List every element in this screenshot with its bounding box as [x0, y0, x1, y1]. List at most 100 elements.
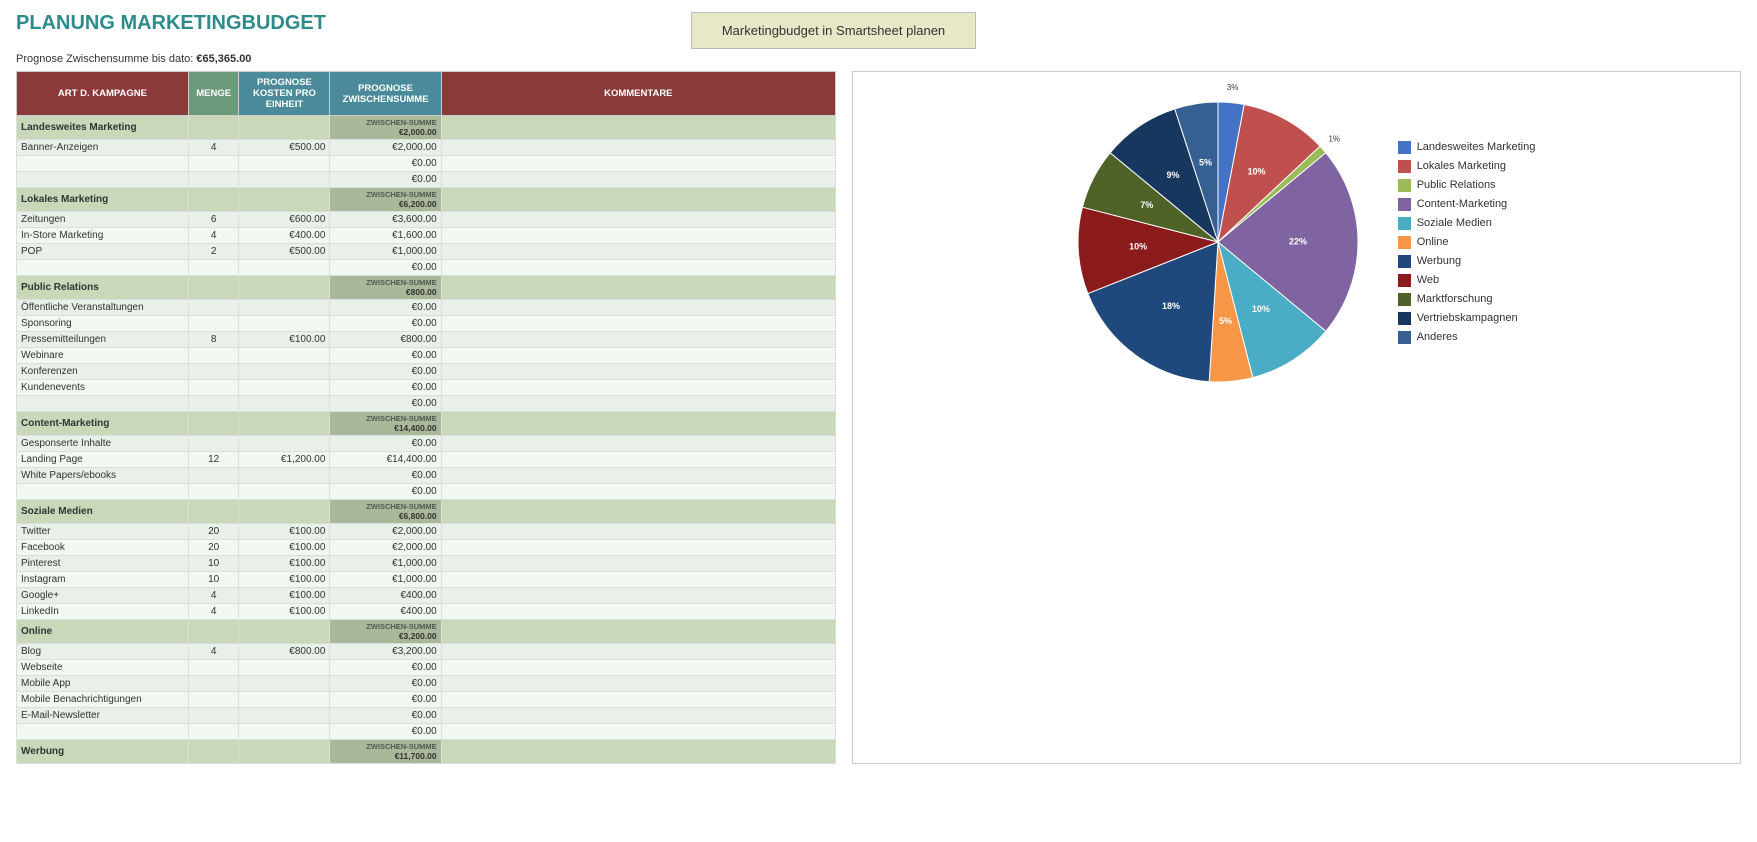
legend-label: Soziale Medien: [1417, 217, 1492, 229]
table-row: Mobile App €0.00: [17, 676, 836, 692]
pie-outer-label: 1%: [1328, 135, 1340, 144]
pie-label: 10%: [1129, 241, 1147, 251]
legend-item: Vertriebskampagnen: [1398, 312, 1536, 325]
legend-color: [1398, 217, 1411, 230]
legend-color: [1398, 141, 1411, 154]
legend-label: Web: [1417, 274, 1439, 286]
legend-color: [1398, 274, 1411, 287]
pie-label: 10%: [1247, 166, 1265, 176]
pie-chart-svg: 3%10%1%22%10%5%18%10%7%9%5%: [1058, 82, 1378, 402]
legend-color: [1398, 255, 1411, 268]
category-row: Soziale Medien ZWISCHEN-SUMME €6,800.00: [17, 500, 836, 524]
legend-item: Marktforschung: [1398, 293, 1536, 306]
table-row: €0.00: [17, 724, 836, 740]
table-row: Instagram 10 €100.00 €1,000.00: [17, 572, 836, 588]
pie-label: 22%: [1289, 236, 1307, 246]
table-row: Konferenzen €0.00: [17, 364, 836, 380]
legend-item: Online: [1398, 236, 1536, 249]
category-name: Public Relations: [17, 276, 189, 300]
table-row: €0.00: [17, 484, 836, 500]
legend-item: Werbung: [1398, 255, 1536, 268]
legend-color: [1398, 160, 1411, 173]
table-row: Landing Page 12 €1,200.00 €14,400.00: [17, 452, 836, 468]
header-menge: MENGE: [188, 72, 239, 116]
table-row: €0.00: [17, 396, 836, 412]
table-row: White Papers/ebooks €0.00: [17, 468, 836, 484]
table-row: €0.00: [17, 260, 836, 276]
legend-label: Landesweites Marketing: [1417, 141, 1536, 153]
legend-item: Lokales Marketing: [1398, 160, 1536, 173]
table-row: POP 2 €500.00 €1,000.00: [17, 244, 836, 260]
table-row: Twitter 20 €100.00 €2,000.00: [17, 524, 836, 540]
legend-label: Lokales Marketing: [1417, 160, 1506, 172]
legend-item: Anderes: [1398, 331, 1536, 344]
category-row: Landesweites Marketing ZWISCHEN-SUMME €2…: [17, 116, 836, 140]
legend-label: Online: [1417, 236, 1449, 248]
table-row: Google+ 4 €100.00 €400.00: [17, 588, 836, 604]
category-name: Landesweites Marketing: [17, 116, 189, 140]
page-title: PLANUNG MARKETINGBUDGET: [16, 12, 326, 35]
table-row: Öffentliche Veranstaltungen €0.00: [17, 300, 836, 316]
table-row: Pressemitteilungen 8 €100.00 €800.00: [17, 332, 836, 348]
header-prognose-zwischen: PROGNOSE ZWISCHENSUMME: [330, 72, 441, 116]
category-name: Content-Marketing: [17, 412, 189, 436]
table-row: LinkedIn 4 €100.00 €400.00: [17, 604, 836, 620]
table-row: Banner-Anzeigen 4 €500.00 €2,000.00: [17, 140, 836, 156]
table-row: Gesponserte Inhalte €0.00: [17, 436, 836, 452]
page: PLANUNG MARKETINGBUDGET Marketingbudget …: [0, 0, 1757, 842]
pie-outer-label: 3%: [1226, 83, 1238, 92]
category-row: Online ZWISCHEN-SUMME €3,200.00: [17, 620, 836, 644]
legend-color: [1398, 293, 1411, 306]
table-row: Mobile Benachrichtigungen €0.00: [17, 692, 836, 708]
table-row: €0.00: [17, 172, 836, 188]
category-row: Content-Marketing ZWISCHEN-SUMME €14,400…: [17, 412, 836, 436]
pie-label: 7%: [1140, 200, 1153, 210]
subtitle: Prognose Zwischensumme bis dato: €65,365…: [16, 53, 1741, 65]
table-section: ART D. KAMPAGNE MENGE PROGNOSE KOSTEN PR…: [16, 71, 836, 764]
legend-label: Werbung: [1417, 255, 1461, 267]
legend-label: Public Relations: [1417, 179, 1496, 191]
header-prognose-pro: PROGNOSE KOSTEN PRO EINHEIT: [239, 72, 330, 116]
chart-legend: Landesweites Marketing Lokales Marketing…: [1398, 141, 1536, 344]
legend-color: [1398, 179, 1411, 192]
main-content: ART D. KAMPAGNE MENGE PROGNOSE KOSTEN PR…: [16, 71, 1741, 764]
table-row: Pinterest 10 €100.00 €1,000.00: [17, 556, 836, 572]
table-row: €0.00: [17, 156, 836, 172]
table-row: E-Mail-Newsletter €0.00: [17, 708, 836, 724]
legend-item: Web: [1398, 274, 1536, 287]
legend-label: Vertriebskampagnen: [1417, 312, 1518, 324]
legend-item: Soziale Medien: [1398, 217, 1536, 230]
table-row: Webseite €0.00: [17, 660, 836, 676]
legend-color: [1398, 236, 1411, 249]
chart-section: 3%10%1%22%10%5%18%10%7%9%5% Landesweites…: [852, 71, 1741, 764]
table-row: Webinare €0.00: [17, 348, 836, 364]
header-kommentare: KOMMENTARE: [441, 72, 835, 116]
chart-inner: 3%10%1%22%10%5%18%10%7%9%5% Landesweites…: [1058, 82, 1536, 402]
table-row: Sponsoring €0.00: [17, 316, 836, 332]
legend-color: [1398, 198, 1411, 211]
category-name: Online: [17, 620, 189, 644]
pie-label: 10%: [1252, 304, 1270, 314]
table-row: Facebook 20 €100.00 €2,000.00: [17, 540, 836, 556]
top-header: PLANUNG MARKETINGBUDGET Marketingbudget …: [16, 12, 1741, 49]
header-art: ART D. KAMPAGNE: [17, 72, 189, 116]
legend-item: Landesweites Marketing: [1398, 141, 1536, 154]
pie-label: 9%: [1166, 170, 1179, 180]
legend-item: Content-Marketing: [1398, 198, 1536, 211]
legend-label: Marktforschung: [1417, 293, 1493, 305]
table-row: Kundenevents €0.00: [17, 380, 836, 396]
legend-item: Public Relations: [1398, 179, 1536, 192]
category-row: Lokales Marketing ZWISCHEN-SUMME €6,200.…: [17, 188, 836, 212]
legend-label: Anderes: [1417, 331, 1458, 343]
category-name: Werbung: [17, 740, 189, 764]
pie-label: 18%: [1162, 301, 1180, 311]
category-row: Public Relations ZWISCHEN-SUMME €800.00: [17, 276, 836, 300]
table-row: In-Store Marketing 4 €400.00 €1,600.00: [17, 228, 836, 244]
table-row: Blog 4 €800.00 €3,200.00: [17, 644, 836, 660]
legend-color: [1398, 331, 1411, 344]
legend-color: [1398, 312, 1411, 325]
header-button[interactable]: Marketingbudget in Smartsheet planen: [691, 12, 976, 49]
budget-table: ART D. KAMPAGNE MENGE PROGNOSE KOSTEN PR…: [16, 71, 836, 764]
category-row: Werbung ZWISCHEN-SUMME €11,700.00: [17, 740, 836, 764]
category-name: Soziale Medien: [17, 500, 189, 524]
